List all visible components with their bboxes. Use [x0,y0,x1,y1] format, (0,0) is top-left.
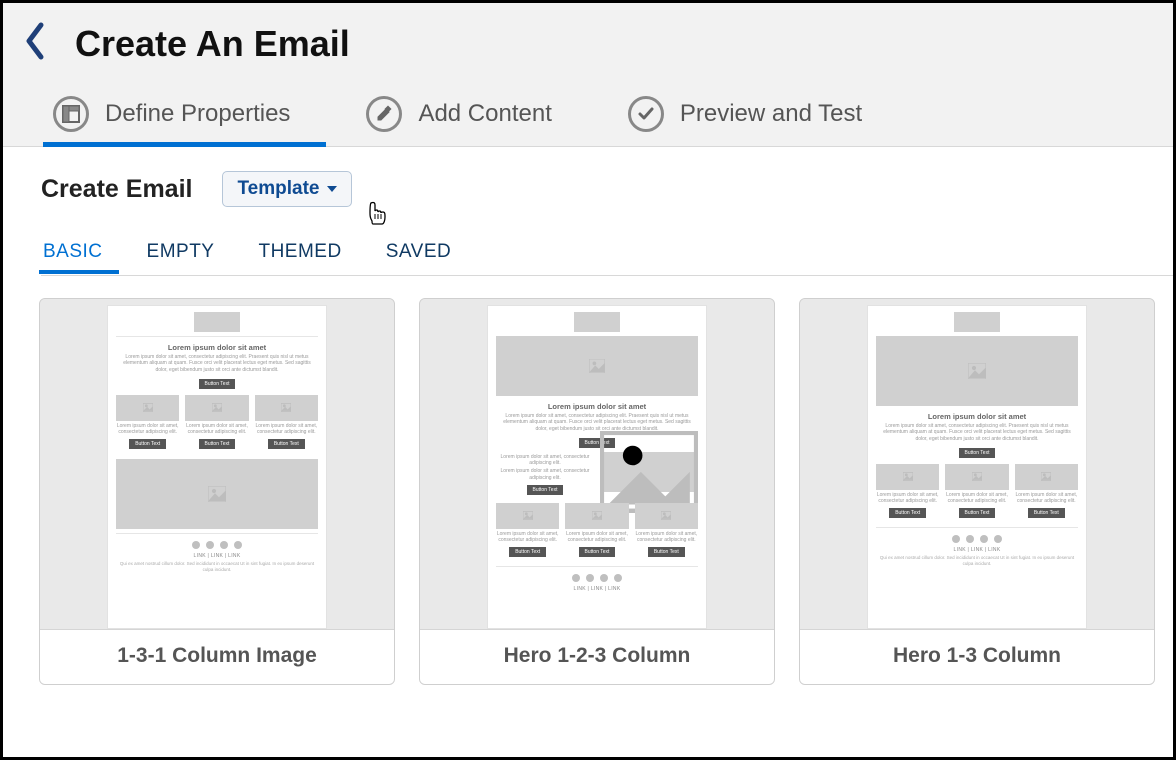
template-card[interactable]: Lorem ipsum dolor sit amet Lorem ipsum d… [799,298,1155,685]
template-cards: Lorem ipsum dolor sit amet Lorem ipsum d… [39,298,1155,685]
template-card[interactable]: Lorem ipsum dolor sit amet Lorem ipsum d… [419,298,775,685]
template-card[interactable]: Lorem ipsum dolor sit amet Lorem ipsum d… [39,298,395,685]
layout-icon [53,96,89,132]
cursor-pointer-icon [366,201,390,234]
step-preview-test[interactable]: Preview and Test [618,88,878,146]
dropdown-label: Template [237,178,319,200]
mock-heading: Lorem ipsum dolor sit amet [116,343,318,352]
template-thumbnail: Lorem ipsum dolor sit amet Lorem ipsum d… [420,299,774,629]
mock-button: Button Text [959,448,996,458]
template-category-tabs: BASIC EMPTY THEMED SAVED [41,235,1173,276]
chevron-down-icon [327,186,337,192]
step-label: Add Content [418,100,551,128]
tab-basic[interactable]: BASIC [41,235,105,273]
mock-button: Button Text [199,379,236,389]
section-title: Create Email [41,175,192,204]
step-define-properties[interactable]: Define Properties [43,88,306,146]
mock-text: Lorem ipsum dolor sit amet, consectetur … [118,354,316,373]
tab-empty[interactable]: EMPTY [145,235,217,273]
step-label: Preview and Test [680,100,862,128]
template-name: Hero 1-2-3 Column [420,629,774,684]
step-label: Define Properties [105,100,290,128]
mock-heading: Lorem ipsum dolor sit amet [876,412,1078,421]
mock-text: Lorem ipsum dolor sit amet, consectetur … [498,413,696,432]
template-thumbnail: Lorem ipsum dolor sit amet Lorem ipsum d… [40,299,394,629]
content-area: Create Email Template BASIC EMPTY THEMED… [3,147,1173,757]
tab-saved[interactable]: SAVED [384,235,454,273]
page-title: Create An Email [75,23,350,65]
pencil-icon [366,96,402,132]
header: Create An Email [3,3,1173,88]
check-icon [628,96,664,132]
mock-text: Lorem ipsum dolor sit amet, consectetur … [878,423,1076,442]
template-name: Hero 1-3 Column [800,629,1154,684]
template-dropdown[interactable]: Template [222,171,352,207]
chevron-left-icon [23,21,47,66]
mock-heading: Lorem ipsum dolor sit amet [496,402,698,411]
create-row: Create Email Template [41,171,1155,207]
tab-themed[interactable]: THEMED [256,235,343,273]
back-button[interactable] [19,17,51,70]
step-add-content[interactable]: Add Content [356,88,567,146]
template-thumbnail: Lorem ipsum dolor sit amet Lorem ipsum d… [800,299,1154,629]
template-name: 1-3-1 Column Image [40,629,394,684]
wizard-steps: Define Properties Add Content Preview an… [3,88,1173,147]
